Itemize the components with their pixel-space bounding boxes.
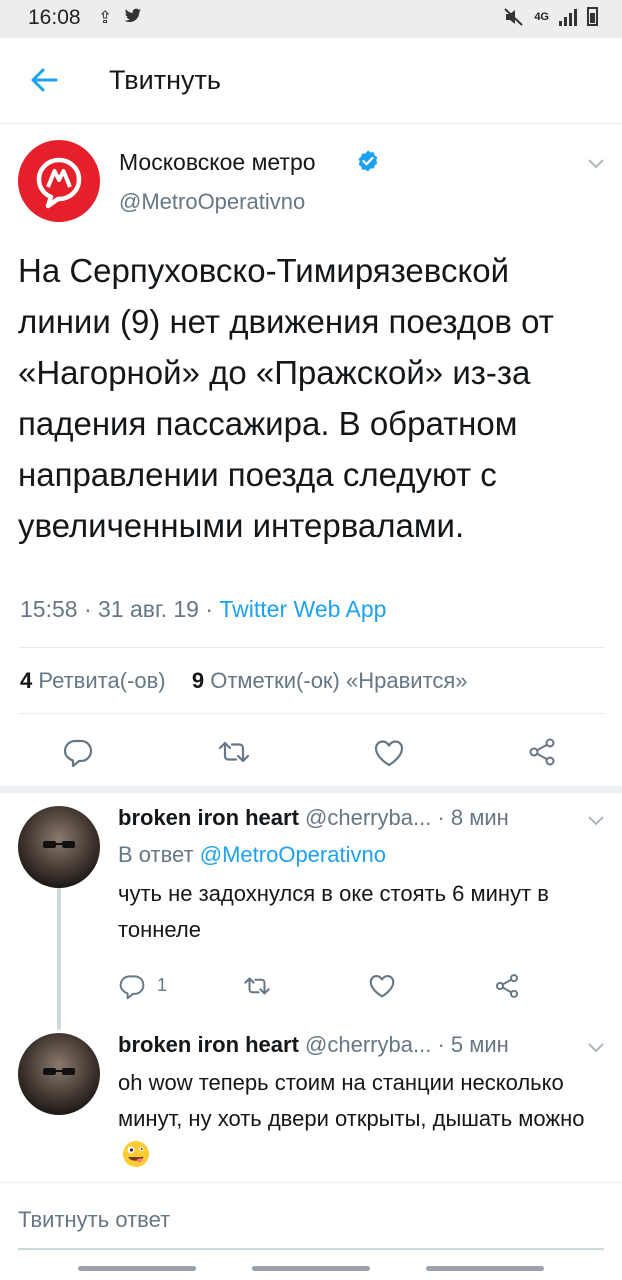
nav-recent-handle[interactable] — [78, 1266, 196, 1271]
back-arrow-icon — [31, 68, 58, 92]
reply-text: чуть не задохнулся в оке стоять 6 минут … — [118, 881, 549, 942]
nav-back-handle[interactable] — [426, 1266, 544, 1271]
tweet-time: 15:58 — [20, 596, 78, 622]
tweet-detail-screen: 16:08 ⇪ 4G Твитнуть Московское метро @Me… — [0, 0, 622, 1280]
verified-icon — [358, 150, 378, 172]
thread-connector — [57, 888, 61, 1030]
chevron-down-icon[interactable] — [586, 1041, 606, 1055]
page-title: Твитнуть — [109, 65, 221, 95]
reply-time: 8 мин — [450, 805, 509, 830]
reply-header: broken iron heart @cherryba... · 5 мин — [118, 1032, 509, 1057]
retweet-icon[interactable] — [216, 737, 252, 767]
reply-compose-input[interactable]: Твитнуть ответ — [18, 1207, 170, 1233]
retweet-icon[interactable] — [242, 973, 272, 999]
reply-avatar[interactable] — [18, 1033, 100, 1115]
metro-logo-icon — [36, 157, 82, 209]
glasses-icon — [43, 1068, 75, 1075]
author-name[interactable]: Московское метро — [119, 149, 316, 176]
compose-underline — [18, 1248, 604, 1250]
battery-icon — [587, 7, 598, 26]
reply-author-handle[interactable]: @cherryba... — [305, 805, 431, 830]
chevron-down-icon[interactable] — [586, 814, 606, 828]
zany-face-emoji — [123, 1141, 149, 1167]
mute-icon — [504, 7, 523, 26]
reply-text: oh wow теперь стоим на станции несколько… — [118, 1070, 585, 1131]
twitter-notification-icon — [124, 8, 142, 29]
reply-icon[interactable] — [62, 736, 94, 768]
reply-time: 5 мин — [450, 1032, 509, 1057]
mention-link[interactable]: @MetroOperativno — [200, 842, 386, 867]
tweet-text: На Серпуховско-Тимирязевской линии (9) н… — [18, 252, 554, 544]
likes-count: 9 — [191, 668, 205, 693]
reply-count: 1 — [157, 975, 168, 995]
tweet-source[interactable]: Twitter Web App — [219, 596, 386, 622]
in-reply-to: В ответ @MetroOperativno — [118, 842, 386, 867]
nav-home-handle[interactable] — [252, 1266, 370, 1271]
retweets-count: 4 — [20, 668, 33, 693]
section-separator — [0, 786, 622, 793]
chevron-down-icon[interactable] — [586, 157, 606, 171]
likes-stat[interactable]: 9 Отметки(-ок) «Нравится» — [192, 668, 468, 693]
likes-label: Отметки(-ок) «Нравится» — [210, 668, 468, 693]
signal-icon — [559, 8, 577, 26]
status-bar: 16:08 ⇪ 4G — [0, 0, 622, 38]
share-icon[interactable] — [493, 972, 521, 1000]
tweet-timestamp: 15:58 · 31 авг. 19 · Twitter Web App — [20, 596, 387, 622]
reply-icon[interactable] — [118, 972, 146, 1000]
reply-author-name[interactable]: broken iron heart — [118, 1032, 299, 1057]
reply-author-name[interactable]: broken iron heart — [118, 805, 299, 830]
divider — [18, 647, 604, 648]
status-time: 16:08 — [28, 6, 81, 29]
like-icon[interactable] — [368, 973, 396, 999]
app-header: Твитнуть — [0, 38, 622, 124]
author-avatar[interactable] — [18, 140, 100, 222]
reply-header: broken iron heart @cherryba... · 8 мин — [118, 805, 509, 830]
upload-notification-icon: ⇪ — [98, 8, 113, 27]
tweet-stats: 4 Ретвита(-ов) 9 Отметки(-ок) «Нравится» — [20, 668, 468, 694]
glasses-icon — [43, 841, 75, 848]
reply-author-handle[interactable]: @cherryba... — [305, 1032, 431, 1057]
tweet-date: 31 авг. 19 — [98, 596, 199, 622]
author-handle[interactable]: @MetroOperativno — [119, 189, 305, 215]
back-button[interactable] — [26, 62, 62, 98]
retweets-stat[interactable]: 4 Ретвита(-ов) — [20, 668, 172, 693]
network-type: 4G — [534, 10, 549, 23]
divider — [0, 1182, 622, 1183]
retweets-label: Ретвита(-ов) — [38, 668, 166, 693]
divider — [18, 713, 604, 714]
share-icon[interactable] — [526, 736, 558, 768]
like-icon[interactable] — [373, 738, 405, 768]
reply-avatar[interactable] — [18, 806, 100, 888]
reply-text-container: oh wow теперь стоим на станции несколько… — [118, 1065, 588, 1173]
